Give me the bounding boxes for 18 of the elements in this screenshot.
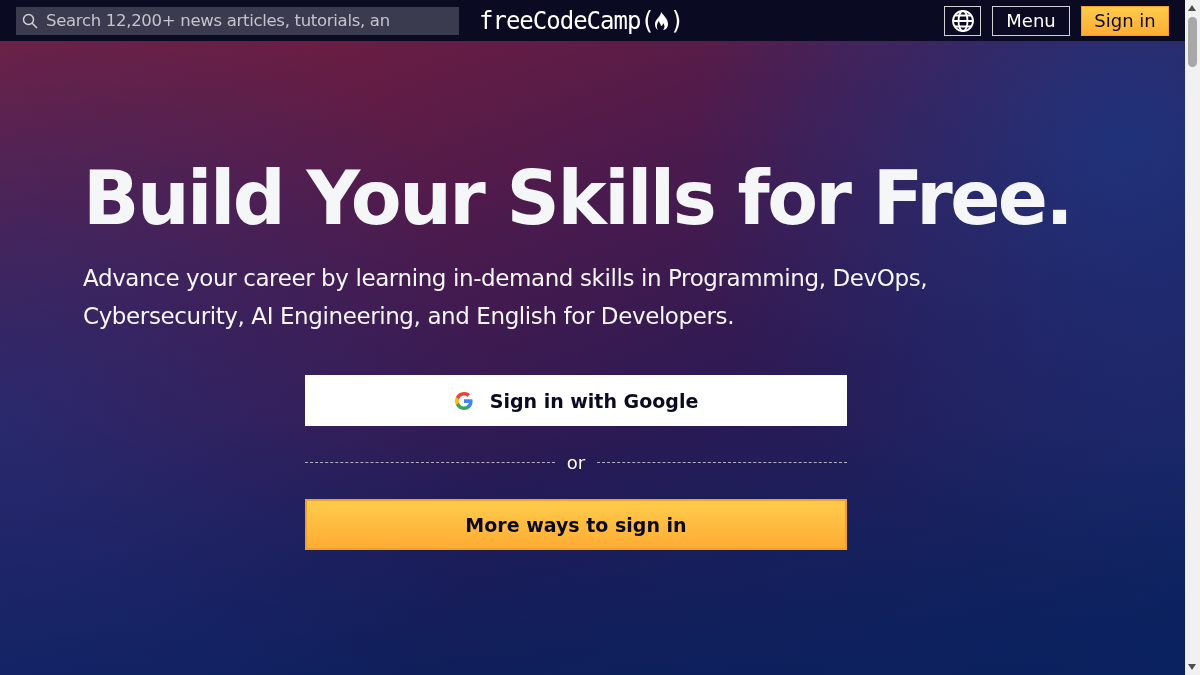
search-field[interactable]: Search 12,200+ news articles, tutorials, an xyxy=(16,6,459,35)
globe-icon xyxy=(950,8,975,33)
google-sign-in-button[interactable]: Sign in with Google xyxy=(305,375,847,426)
hero-description: Advance your career by learning in-demand skills in Programming, DevOps, Cybersecurity, AI Engineering, and English for Developers. xyxy=(83,264,929,331)
scroll-up-arrow-icon[interactable] xyxy=(1188,5,1196,11)
flame-icon xyxy=(653,10,670,31)
logo-text[interactable]: freeCodeCamp( xyxy=(479,6,654,35)
or-divider-text: or xyxy=(566,452,586,473)
language-button[interactable] xyxy=(944,5,981,36)
sign-in-button[interactable]: Sign in xyxy=(1081,5,1169,36)
hero-heading: Build Your Skills for Free. xyxy=(83,161,1073,235)
search-icon xyxy=(22,12,38,29)
logo-text[interactable]: ) xyxy=(669,6,684,35)
scroll-down-arrow-icon[interactable] xyxy=(1188,664,1196,670)
google-icon xyxy=(453,390,474,411)
more-sign-in-options-button[interactable]: More ways to sign in xyxy=(305,499,847,550)
menu-button[interactable]: Menu xyxy=(992,5,1070,36)
scrollbar-thumb[interactable] xyxy=(1188,17,1197,67)
